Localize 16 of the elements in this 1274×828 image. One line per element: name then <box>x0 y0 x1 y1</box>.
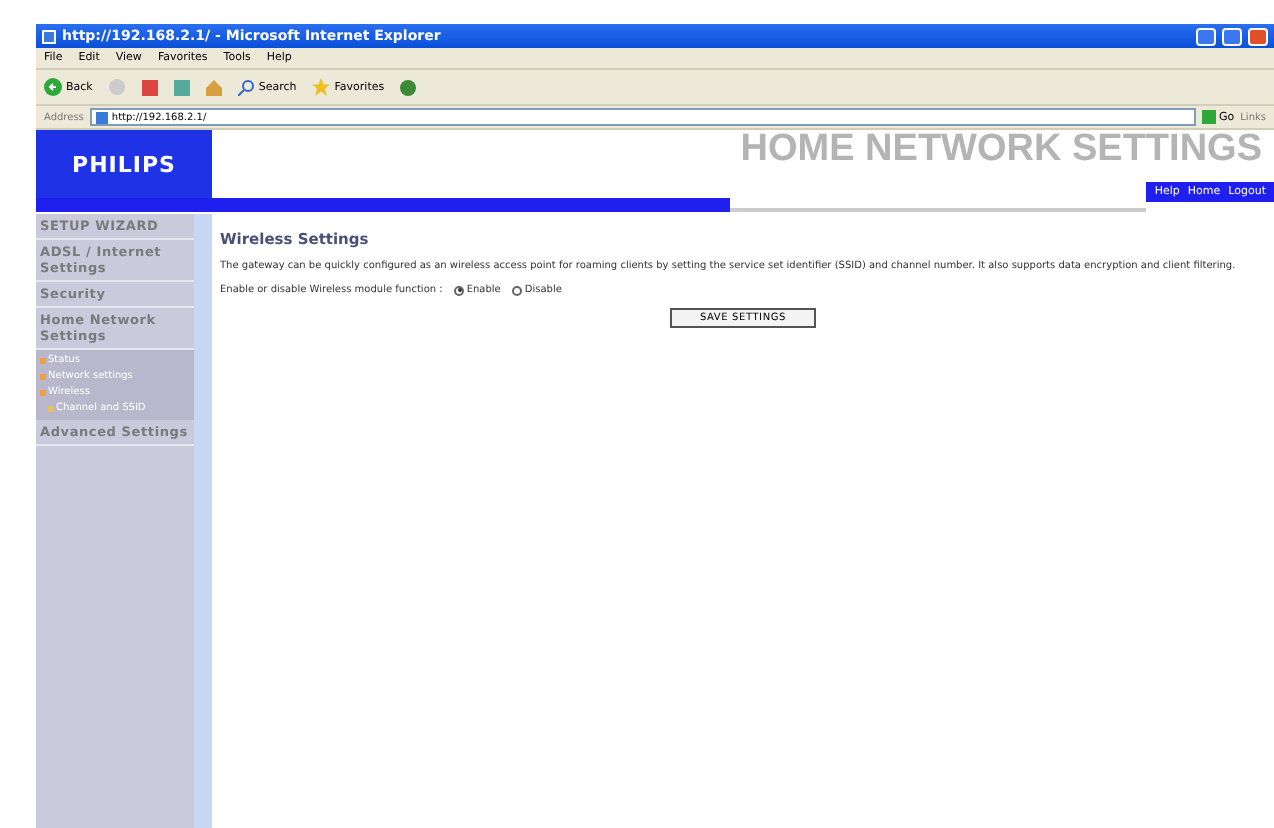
close-button[interactable] <box>1248 27 1268 45</box>
page-banner-title: HOME NETWORK SETTINGS <box>740 130 1262 170</box>
philips-logo: PHILIPS <box>36 130 212 198</box>
page-icon <box>95 111 108 123</box>
star-icon <box>312 78 331 96</box>
page-icon <box>42 29 56 43</box>
bullet-icon <box>40 373 46 379</box>
search-icon <box>238 79 255 95</box>
bullet-icon <box>48 405 54 411</box>
minimize-button[interactable] <box>1196 27 1216 45</box>
home-icon[interactable] <box>206 79 223 95</box>
maximize-button[interactable] <box>1222 27 1242 45</box>
scrollbar[interactable] <box>194 214 212 828</box>
bullet-icon <box>40 389 46 395</box>
bullet-icon <box>40 357 46 363</box>
back-arrow-icon <box>44 78 62 96</box>
